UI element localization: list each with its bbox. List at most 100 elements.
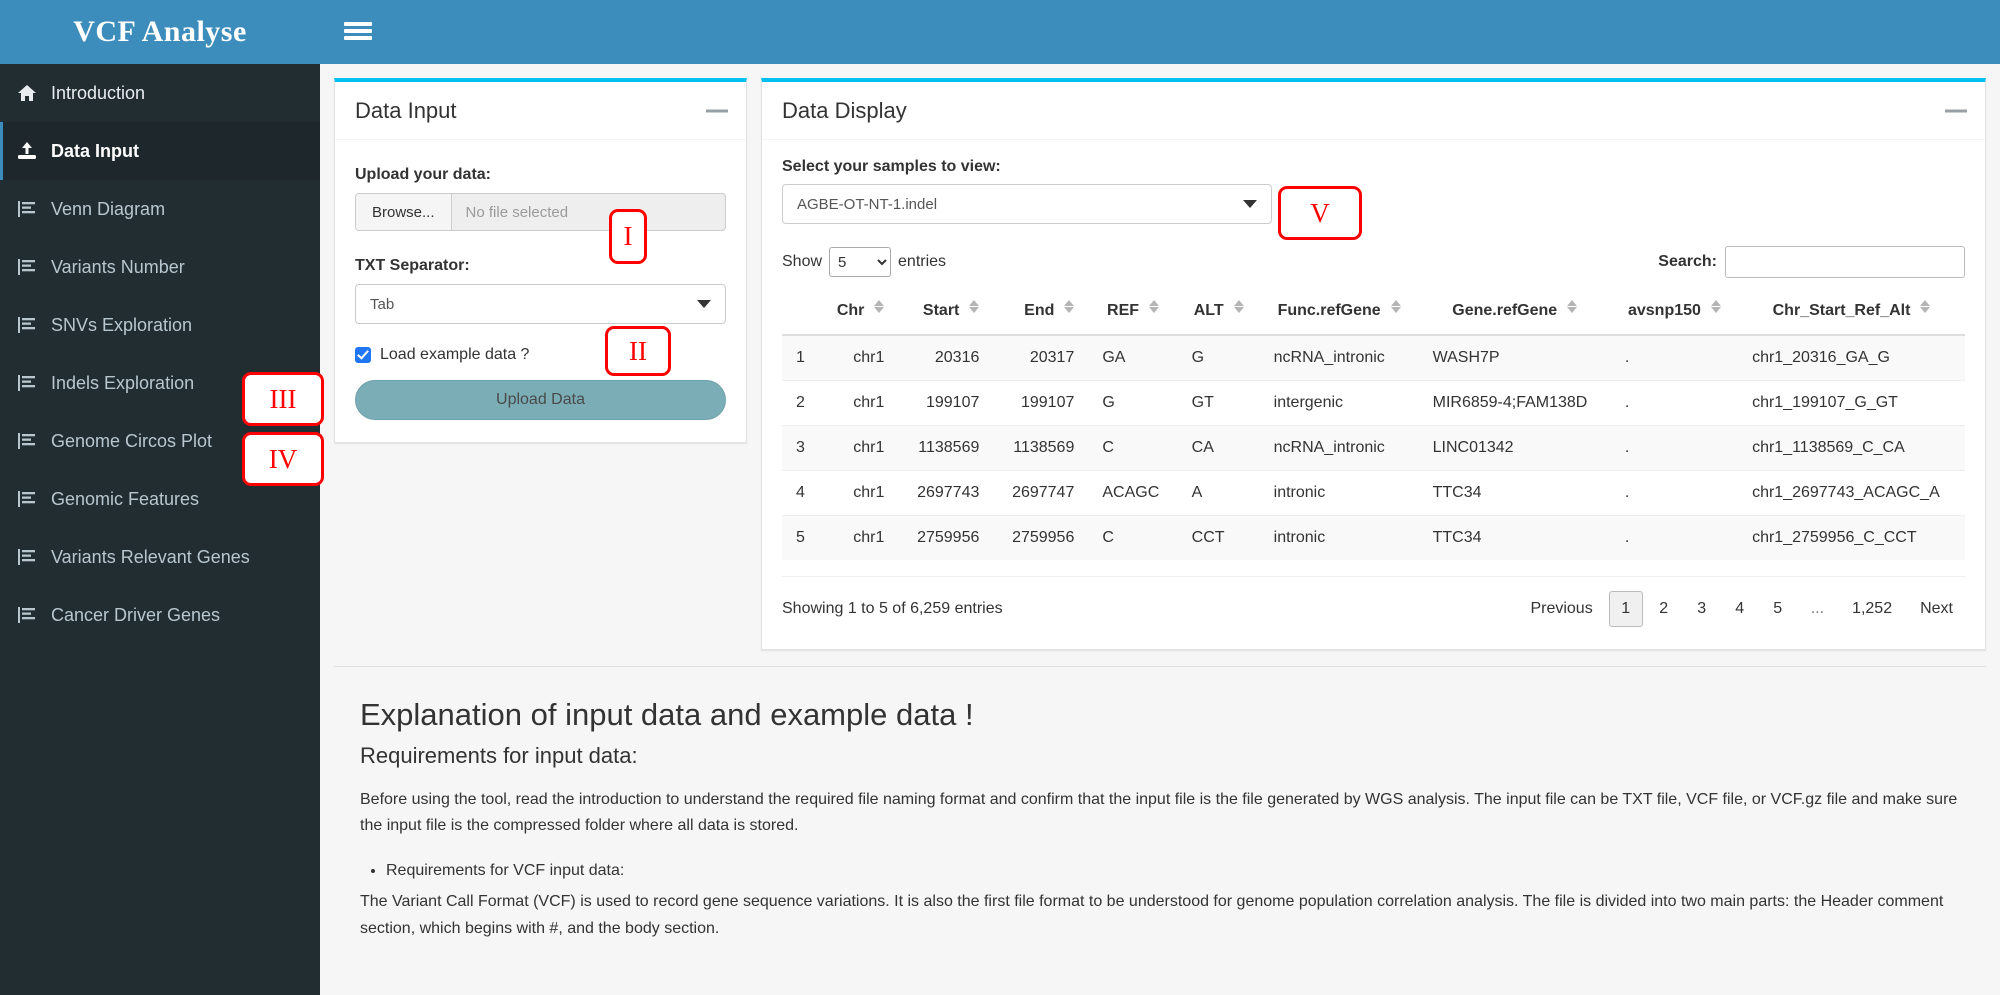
sidebar-item-introduction[interactable]: Introduction [0,64,320,122]
pagination-page[interactable]: 3 [1685,591,1719,627]
sidebar-item-label: Genomic Features [51,488,200,509]
hamburger-icon[interactable] [344,18,372,44]
txt-separator-select[interactable]: Tab [355,284,726,324]
table-cell: intronic [1259,470,1419,516]
sample-select[interactable]: AGBE-OT-NT-1.indel [782,184,1272,224]
annotation-marker-3: III [242,372,324,426]
table-cell: chr1_1138569_C_CA [1738,425,1965,471]
browse-button[interactable]: Browse... [356,194,452,230]
annotation-marker-2: II [605,326,671,376]
sidebar-item-label: SNVs Exploration [51,314,193,335]
sort-icon [1920,299,1931,314]
col-start[interactable]: Start [898,290,994,336]
sidebar-item-label: Introduction [51,82,146,103]
table-cell: CA [1177,425,1260,471]
col-func-refgene-label: Func.refGene [1277,302,1381,319]
table-cell: 2759956 [898,515,994,560]
page-length-select[interactable]: 5102550100 [829,247,892,277]
datatable-controls: Show 5102550100 entries Search: [782,246,1965,278]
col-alt[interactable]: ALT [1177,290,1260,336]
table-cell: WASH7P [1418,334,1611,381]
pagination-next[interactable]: Next [1908,591,1965,627]
col-end[interactable]: End [993,290,1089,336]
pagination-page[interactable]: 1 [1608,591,1643,627]
upload-data-label: Upload your data: [355,166,492,183]
chevron-down-icon [697,300,711,308]
sort-icon [1567,299,1578,314]
col-chr[interactable]: Chr [818,290,899,336]
annotation-marker-1: I [609,209,647,264]
table-cell: GA [1088,334,1178,381]
upload-data-button[interactable]: Upload Data [355,380,726,420]
sample-select-row: AGBE-OT-NT-1.indel [782,184,1965,224]
table-cell: 199107 [993,380,1089,426]
explanation-list: Requirements for VCF input data: [360,858,1960,884]
collapse-minus-icon[interactable] [706,109,728,112]
explanation-subheading: Requirements for input data: [360,743,638,768]
sort-icon [1064,299,1075,314]
sample-select-value: AGBE-OT-NT-1.indel [797,195,938,213]
data-display-header: Data Display [762,82,1985,140]
chart-icon [17,374,45,392]
table-header-row: Chr Start End REF ALT Func.refGene Gene.… [782,290,1965,336]
panels-row: Data Input Upload your data: Browse... N… [334,78,1986,650]
col-avsnp150[interactable]: avsnp150 [1610,290,1739,336]
datatable-length-control: Show 5102550100 entries [782,247,946,277]
table-cell: 2697743 [898,470,994,516]
table-row: 2 chr1 199107 199107 G GT intergenic MIR6859-4;… [782,380,1965,426]
col-ref-label: REF [1107,302,1140,319]
col-start-label: Start [922,302,960,319]
table-row: 5 chr1 2759956 2759956 C CCT intronic TTC34. chr… [782,515,1965,560]
col-ref[interactable]: REF [1088,290,1178,336]
select-samples-label: Select your samples to view: [782,158,1001,175]
chevron-down-icon [1243,200,1257,208]
table-cell: G [1088,380,1178,426]
sidebar-item-snvs-exploration[interactable]: SNVs Exploration [0,296,320,354]
txt-separator-label: TXT Separator: [355,257,470,274]
table-cell: ACAGC [1088,470,1178,516]
col-func-refgene[interactable]: Func.refGene [1259,290,1419,336]
table-cell: C [1088,515,1178,560]
show-label: Show [782,253,823,270]
sidebar-item-variants-number[interactable]: Variants Number [0,238,320,296]
sidebar-item-variants-relevant-genes[interactable]: Variants Relevant Genes [0,528,320,586]
table-cell: CCT [1177,515,1260,560]
table-row: 1 chr1 20316 20317 GA GncRNA_intronic WASH7P. c… [782,334,1965,381]
col-chr-start-ref-alt[interactable]: Chr_Start_Ref_Alt [1738,290,1965,336]
txt-separator-value: Tab [370,295,395,313]
pagination-page[interactable]: 2 [1647,591,1681,627]
home-icon [17,84,45,102]
brand-header: VCF Analyse [0,0,320,64]
table-cell: chr1_2697743_ACAGC_A [1738,470,1965,516]
file-upload-input[interactable]: Browse... No file selected [355,193,726,231]
col-gene-refgene-label: Gene.refGene [1452,302,1558,319]
pagination-page[interactable]: 4 [1723,591,1757,627]
pagination-page[interactable]: 5 [1761,591,1795,627]
list-item: Requirements for VCF input data: [386,858,1960,884]
row-index: 3 [782,425,819,471]
table-cell: chr1 [818,334,899,381]
table-cell: TTC34 [1418,470,1611,516]
sidebar-item-venn-diagram[interactable]: Venn Diagram [0,180,320,238]
load-example-checkbox[interactable] [355,347,371,363]
sidebar-item-label: Venn Diagram [51,198,166,219]
sidebar-item-data-input[interactable]: Data Input [0,122,320,180]
table-head: Chr Start End REF ALT Func.refGene Gene.… [782,290,1965,336]
collapse-minus-icon[interactable] [1945,109,1967,112]
top-navbar [320,0,2000,64]
table-cell: ncRNA_intronic [1259,425,1419,471]
pagination-previous[interactable]: Previous [1518,591,1604,627]
datatable-search-control: Search: [1658,246,1965,278]
table-cell: 20317 [993,334,1089,381]
table-cell: 20316 [898,334,994,381]
table-cell: chr1_2759956_C_CCT [1738,515,1965,560]
sidebar-item-cancer-driver-genes[interactable]: Cancer Driver Genes [0,586,320,644]
table-cell: chr1 [818,470,899,516]
application-root: VCF Analyse Introduction Data Input Venn… [0,0,2000,995]
search-input[interactable] [1725,246,1965,278]
table-row: 4 chr1 2697743 2697747 ACAGC Aintronic TTC34. c… [782,470,1965,516]
col-gene-refgene[interactable]: Gene.refGene [1418,290,1611,336]
table-cell: G [1177,334,1260,381]
pagination-page[interactable]: 1,252 [1840,591,1904,627]
pagination-ellipsis: ... [1810,600,1825,617]
